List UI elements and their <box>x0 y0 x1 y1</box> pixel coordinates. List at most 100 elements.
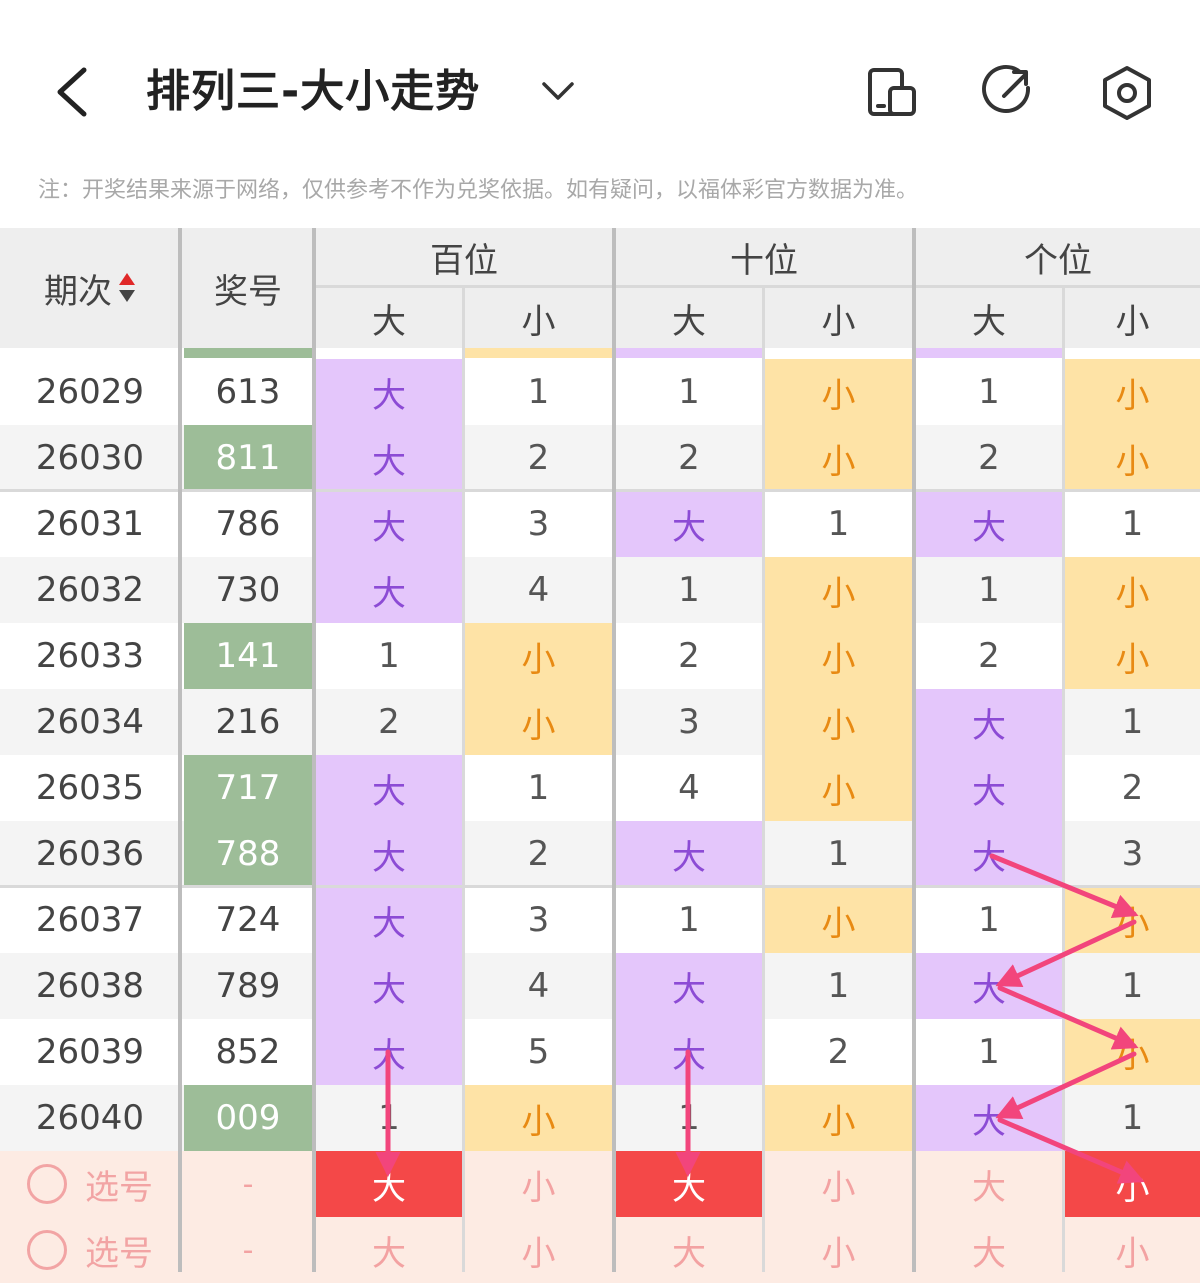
back-button[interactable] <box>46 62 102 122</box>
radio-circle-icon[interactable] <box>27 1164 67 1204</box>
number-cell: 786 <box>215 504 281 544</box>
units-small-header: 小 <box>1115 301 1150 342</box>
big-marker-cell: 大 <box>916 953 1062 1019</box>
omission-count-cell: 1 <box>678 570 700 610</box>
tens-big-header: 大 <box>672 301 706 342</box>
omission-count-cell: 2 <box>527 834 550 874</box>
big-marker-cell: 大 <box>316 755 462 821</box>
small-marker-cell: 小 <box>765 1085 912 1151</box>
omission-count-cell: 2 <box>527 438 550 478</box>
small-marker-cell: 小 <box>1065 425 1200 491</box>
small-marker-cell: 小 <box>465 689 612 755</box>
omission-count-cell: 1 <box>527 372 550 412</box>
omission-count-cell: 1 <box>678 372 700 412</box>
page-title[interactable]: 排列三-大小走势 <box>146 60 480 124</box>
omission-count-cell: 4 <box>527 570 550 610</box>
issue-cell: 26036 <box>35 834 145 874</box>
omission-count-cell: 1 <box>678 1098 700 1138</box>
pick-option-selected[interactable]: 大 <box>316 1151 462 1217</box>
big-marker-cell: 大 <box>616 821 762 887</box>
omission-count-cell: 1 <box>678 900 700 940</box>
pick-option[interactable]: 小 <box>765 1151 912 1217</box>
big-marker-cell: 大 <box>916 1085 1062 1151</box>
issue-cell: 26030 <box>35 438 145 478</box>
pick-label: 选号 <box>85 1233 153 1274</box>
units-group-header: 个位 <box>1024 240 1092 281</box>
pick-option[interactable]: 大 <box>916 1151 1062 1217</box>
column-divider <box>762 288 765 1272</box>
omission-count-cell: 1 <box>1121 1098 1144 1138</box>
share-icon <box>982 64 1031 113</box>
big-marker-cell: 大 <box>316 953 462 1019</box>
omission-count-cell: 3 <box>678 702 700 742</box>
pick-selector[interactable]: 选号 <box>0 1217 180 1283</box>
hundreds-big-header: 大 <box>372 301 406 342</box>
share-button[interactable] <box>976 62 1038 124</box>
issue-cell: 26029 <box>35 372 145 412</box>
pick-option[interactable]: 大 <box>916 1217 1062 1283</box>
omission-count-cell: 3 <box>527 900 550 940</box>
omission-count-cell: 2 <box>978 636 1000 676</box>
omission-count-cell: 1 <box>978 900 1000 940</box>
omission-count-cell: 1 <box>978 570 1000 610</box>
back-chevron-icon <box>57 67 87 117</box>
app-header: 排列三-大小走势 <box>0 0 1200 160</box>
big-marker-cell: 大 <box>316 1019 462 1085</box>
small-marker-cell: 小 <box>1065 887 1200 953</box>
issue-cell: 26035 <box>35 768 145 808</box>
number-cell: 852 <box>215 1032 281 1072</box>
column-divider <box>462 288 465 1272</box>
issue-cell: 26032 <box>35 570 145 610</box>
pick-selector[interactable]: 选号 <box>0 1151 180 1217</box>
small-marker-cell: 小 <box>765 887 912 953</box>
column-divider <box>612 228 616 1272</box>
small-marker-cell: 小 <box>465 623 612 689</box>
omission-count-cell: 1 <box>1121 504 1144 544</box>
pick-option[interactable]: 小 <box>465 1151 612 1217</box>
omission-count-cell: 2 <box>678 636 700 676</box>
pick-option[interactable]: 小 <box>765 1217 912 1283</box>
title-dropdown[interactable] <box>538 76 578 106</box>
hundreds-group-header: 百位 <box>430 240 498 281</box>
pick-option-selected[interactable]: 大 <box>616 1151 762 1217</box>
big-marker-cell: 大 <box>916 491 1062 557</box>
pick-option[interactable]: 大 <box>616 1217 762 1283</box>
settings-icon <box>1103 66 1151 120</box>
column-divider <box>1062 288 1065 1272</box>
issue-cell: 26031 <box>35 504 145 544</box>
partial-cell <box>616 348 762 358</box>
omission-count-cell: 2 <box>378 702 400 742</box>
small-marker-cell: 小 <box>765 689 912 755</box>
omission-count-cell: 2 <box>978 438 1000 478</box>
pick-label: 选号 <box>85 1167 153 1208</box>
issue-cell: 26033 <box>35 636 145 676</box>
radio-circle-icon[interactable] <box>27 1230 67 1270</box>
small-marker-cell: 小 <box>1065 557 1200 623</box>
units-big-header: 大 <box>972 301 1006 342</box>
pick-option[interactable]: 小 <box>465 1217 612 1283</box>
settings-button[interactable] <box>1096 62 1158 124</box>
number-cell: 009 <box>184 1085 312 1151</box>
tens-group-header: 十位 <box>730 240 798 281</box>
number-cell: 216 <box>215 702 281 742</box>
number-cell: 788 <box>184 821 312 887</box>
big-marker-cell: 大 <box>316 491 462 557</box>
pick-option-selected[interactable]: 小 <box>1065 1151 1200 1217</box>
number-cell: 613 <box>215 372 281 412</box>
issue-cell: 26040 <box>35 1098 145 1138</box>
partial-cell <box>916 348 1062 358</box>
pick-option[interactable]: 小 <box>1065 1217 1200 1283</box>
issue-cell: 26039 <box>35 1032 145 1072</box>
big-marker-cell: 大 <box>316 821 462 887</box>
issue-column-header[interactable]: 期次 <box>0 228 180 348</box>
big-marker-cell: 大 <box>916 755 1062 821</box>
sort-icon <box>118 271 136 305</box>
pick-option[interactable]: 大 <box>316 1217 462 1283</box>
device-mode-button[interactable] <box>862 62 924 124</box>
small-marker-cell: 小 <box>1065 1019 1200 1085</box>
omission-count-cell: 1 <box>827 504 850 544</box>
omission-count-cell: 4 <box>678 768 700 808</box>
number-cell: 811 <box>184 425 312 491</box>
big-marker-cell: 大 <box>616 1019 762 1085</box>
column-divider <box>912 228 916 1272</box>
